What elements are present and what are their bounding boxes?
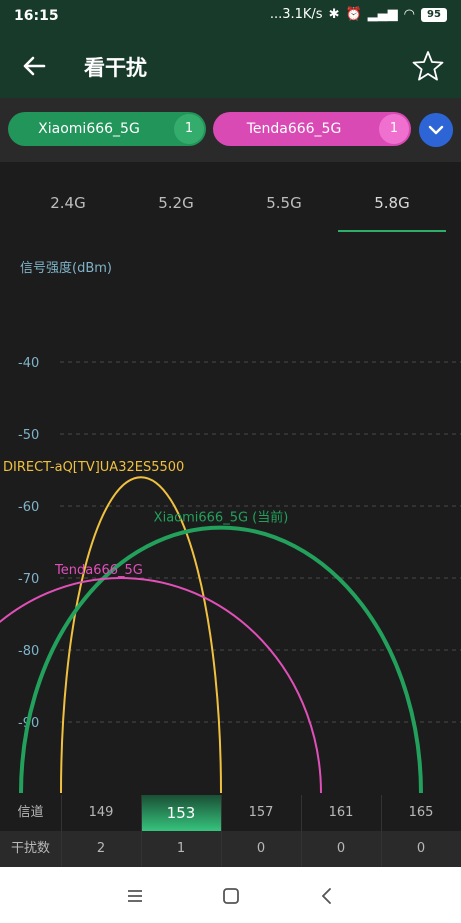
system-nav-bar — [0, 867, 461, 923]
series-label: Xiaomi666_5G (当前) — [154, 510, 289, 526]
chart-svg: 信号强度(dBm)-40-50-60-70-80-90DIRECT-aQ[TV]… — [0, 260, 461, 794]
tab-5-2g[interactable]: 5.2G — [122, 194, 230, 212]
tab-5-8g[interactable]: 5.8G — [338, 194, 446, 212]
cell-divider — [141, 795, 142, 867]
back-icon[interactable] — [316, 885, 338, 907]
app-bar: 看干扰 — [0, 34, 461, 98]
chip-label: Tenda666_5G — [246, 121, 342, 137]
cell-divider — [61, 795, 62, 867]
channel-cell[interactable]: 157 — [221, 795, 301, 831]
y-axis-label: 信号强度(dBm) — [20, 260, 112, 276]
tab-2-4g[interactable]: 2.4G — [14, 194, 122, 212]
channel-row-label: 信道 — [17, 805, 44, 820]
signal-icon: ▂▄▆ — [367, 7, 398, 22]
status-icons: ...3.1K/s ✱ ⏰ ▂▄▆ ◠ 95 — [270, 7, 447, 22]
status-time: 16:15 — [14, 8, 59, 24]
back-arrow-icon[interactable] — [18, 50, 50, 82]
band-tabs: 2.4G 5.2G 5.5G 5.8G — [0, 162, 461, 236]
menu-icon[interactable] — [124, 885, 146, 907]
tab-indicator — [338, 230, 446, 232]
page-title: 看干扰 — [84, 56, 147, 80]
network-chip-xiaomi[interactable]: Xiaomi666_5G 1 — [8, 112, 206, 146]
channel-cell[interactable]: 153 — [141, 795, 221, 831]
y-tick-label: -70 — [18, 572, 39, 587]
y-tick-label: -40 — [18, 356, 39, 371]
network-chip-tenda[interactable]: Tenda666_5G 1 — [213, 112, 411, 146]
bluetooth-icon: ✱ — [328, 7, 340, 22]
y-tick-label: -60 — [18, 500, 39, 515]
interference-count-cell: 0 — [301, 831, 381, 867]
channel-cell[interactable]: 149 — [61, 795, 141, 831]
series-label: DIRECT-aQ[TV]UA32ES5500 — [3, 460, 184, 475]
interference-count-cell: 0 — [221, 831, 301, 867]
battery-icon: 95 — [421, 7, 447, 22]
interference-row-label: 干扰数 — [0, 831, 61, 867]
y-tick-label: -80 — [18, 644, 39, 659]
series-label: Tenda666_5G — [54, 563, 143, 578]
net-speed: ...3.1K/s — [269, 7, 323, 22]
interference-count-cell: 0 — [381, 831, 461, 867]
home-icon[interactable] — [220, 885, 242, 907]
chip-count-badge: 1 — [174, 114, 204, 144]
chip-count-badge: 1 — [379, 114, 409, 144]
tab-5-5g[interactable]: 5.5G — [230, 194, 338, 212]
cell-divider — [381, 795, 382, 867]
favorite-star-icon[interactable] — [411, 49, 445, 83]
series-curve — [0, 577, 322, 794]
cell-divider — [221, 795, 222, 867]
chip-label: Xiaomi666_5G — [38, 121, 140, 137]
cell-divider — [301, 795, 302, 867]
channel-table: 信道 干扰数 149 2 153 1 157 0 161 0 165 0 — [0, 795, 461, 867]
alarm-icon: ⏰ — [345, 7, 362, 22]
network-chip-bar: Xiaomi666_5G 1 Tenda666_5G 1 — [0, 98, 461, 162]
interference-chart: 信号强度(dBm) -40 -50 -60 -70 -80 -90 DIRECT-aQ[TV]… — [0, 236, 461, 795]
channel-cell[interactable]: 161 — [301, 795, 381, 831]
wifi-icon: ◠ — [403, 7, 415, 22]
interference-count-cell: 2 — [61, 831, 141, 867]
channel-cell[interactable]: 165 — [381, 795, 461, 831]
interference-count-cell: 1 — [141, 831, 221, 867]
chevron-down-icon[interactable] — [419, 113, 453, 147]
y-tick-label: -50 — [18, 428, 39, 443]
status-bar: 16:15 ...3.1K/s ✱ ⏰ ▂▄▆ ◠ 95 — [0, 0, 461, 34]
